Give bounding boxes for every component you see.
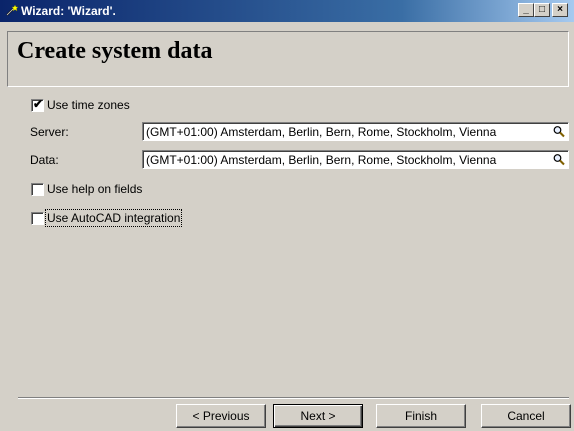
cancel-button[interactable]: Cancel [481, 404, 571, 428]
wizard-header-panel: Create system data [7, 31, 569, 87]
use-help-on-fields-checkbox[interactable] [31, 183, 44, 196]
magnifier-icon[interactable] [552, 125, 566, 138]
magnifier-icon[interactable] [552, 153, 566, 166]
use-autocad-integration-label[interactable]: Use AutoCAD integration [44, 209, 183, 227]
next-button[interactable]: Next > [273, 404, 363, 428]
maximize-button[interactable]: □ [534, 3, 550, 17]
close-button[interactable]: × [552, 3, 568, 17]
data-timezone-value: (GMT+01:00) Amsterdam, Berlin, Bern, Rom… [146, 153, 497, 167]
use-help-on-fields-label[interactable]: Use help on fields [47, 182, 142, 196]
checkmark-icon: ✔ [33, 97, 44, 111]
minimize-icon: _ [523, 4, 529, 15]
server-timezone-field[interactable]: (GMT+01:00) Amsterdam, Berlin, Bern, Rom… [142, 122, 569, 141]
wizard-wand-icon [6, 4, 18, 16]
data-label: Data: [30, 153, 59, 167]
page-title: Create system data [17, 38, 213, 64]
close-icon: × [557, 4, 563, 15]
window-title: Wizard: 'Wizard'. [21, 4, 116, 18]
previous-button[interactable]: < Previous [176, 404, 266, 428]
use-autocad-integration-checkbox[interactable] [31, 212, 44, 225]
use-time-zones-checkbox[interactable]: ✔ [31, 97, 44, 112]
server-label: Server: [30, 125, 69, 139]
server-timezone-value: (GMT+01:00) Amsterdam, Berlin, Bern, Rom… [146, 125, 497, 139]
use-time-zones-label[interactable]: Use time zones [47, 98, 130, 112]
minimize-button[interactable]: _ [518, 3, 534, 17]
button-separator [18, 397, 569, 399]
maximize-icon: □ [538, 4, 546, 15]
data-timezone-field[interactable]: (GMT+01:00) Amsterdam, Berlin, Bern, Rom… [142, 150, 569, 169]
finish-button[interactable]: Finish [376, 404, 466, 428]
title-bar[interactable]: Wizard: 'Wizard'. _ □ × [0, 0, 574, 22]
